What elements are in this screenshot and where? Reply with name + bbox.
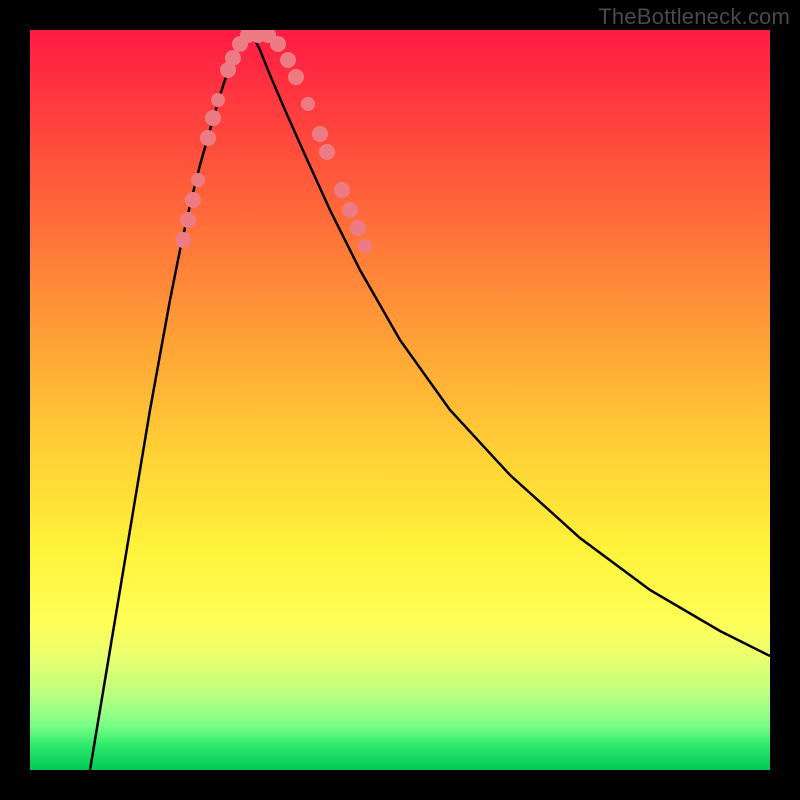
data-marker xyxy=(334,182,350,198)
data-marker xyxy=(180,212,196,228)
data-markers xyxy=(175,30,372,253)
data-marker xyxy=(225,50,241,66)
data-marker xyxy=(280,52,296,68)
data-marker xyxy=(301,97,315,111)
left-curve xyxy=(90,30,250,770)
watermark-text: TheBottleneck.com xyxy=(598,4,790,30)
data-marker xyxy=(200,130,216,146)
chart-svg xyxy=(30,30,770,770)
data-marker xyxy=(185,192,201,208)
data-marker xyxy=(288,69,304,85)
data-marker xyxy=(270,36,286,52)
data-marker xyxy=(175,232,191,248)
data-marker xyxy=(319,144,335,160)
right-curve xyxy=(250,30,770,656)
data-marker xyxy=(342,202,358,218)
data-marker xyxy=(312,126,328,142)
data-marker xyxy=(358,239,372,253)
data-marker xyxy=(205,110,221,126)
data-marker xyxy=(191,173,205,187)
data-marker xyxy=(211,93,225,107)
data-marker xyxy=(350,220,366,236)
